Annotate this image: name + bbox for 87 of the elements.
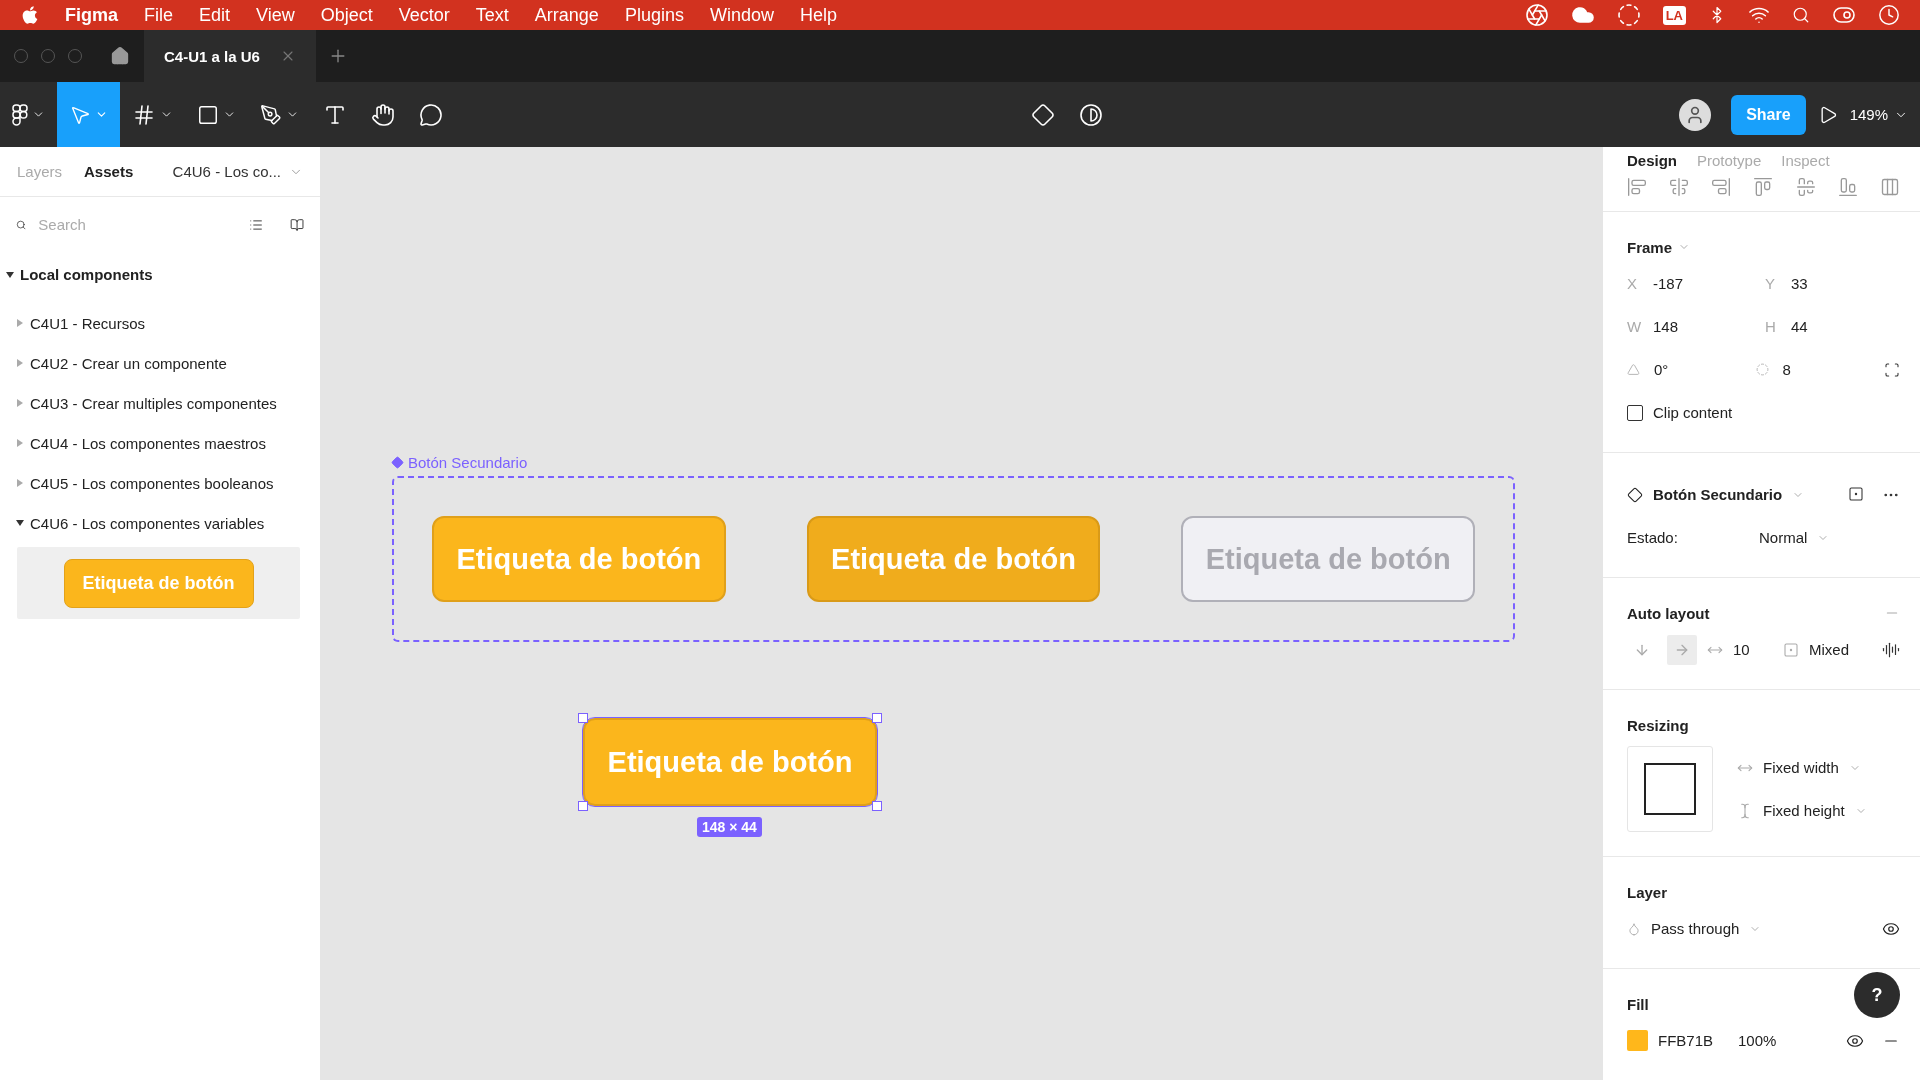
checkbox[interactable]	[1627, 404, 1643, 421]
rotation-field[interactable]: 0°	[1654, 361, 1669, 378]
menu-item[interactable]: Edit	[186, 4, 244, 26]
property-dropdown[interactable]: Normal	[1759, 529, 1808, 546]
section-title: Local components	[20, 266, 153, 283]
disclosure-icon[interactable]	[6, 271, 14, 278]
section-title: Auto layout	[1627, 604, 1710, 622]
avatar[interactable]	[1679, 98, 1712, 131]
color-swatch[interactable]	[1627, 1030, 1648, 1051]
blend-mode-dropdown[interactable]: Pass through	[1651, 920, 1740, 937]
number-field[interactable]: 33	[1791, 275, 1808, 292]
input-source-indicator[interactable]: LA	[1662, 5, 1686, 25]
panel-tab[interactable]: Design	[1627, 151, 1677, 169]
spacing-field[interactable]: 10	[1733, 641, 1773, 658]
hex-field[interactable]: FFB71B	[1658, 1032, 1728, 1049]
logo-icon[interactable]	[12, 103, 28, 126]
menu-item[interactable]: Arrange	[521, 4, 612, 26]
corners-icon[interactable]	[1884, 361, 1900, 378]
align-center-icon[interactable]	[1669, 177, 1690, 198]
resize-handle[interactable]	[872, 801, 882, 811]
width-dropdown[interactable]: Fixed width	[1763, 759, 1839, 776]
section-title: Resizing	[1627, 716, 1689, 734]
menu-item[interactable]: Figma	[52, 4, 131, 26]
section-title: Fill	[1627, 995, 1649, 1013]
component-icon	[391, 456, 404, 469]
page-selector[interactable]: C4U6 - Los co...	[172, 163, 281, 180]
align-right-icon[interactable]	[1711, 177, 1732, 198]
menu-item[interactable]: Object	[307, 4, 386, 26]
component-group[interactable]: C4U1 - Recursos	[30, 314, 146, 332]
opacity-field[interactable]: 100%	[1738, 1032, 1777, 1049]
document-tab[interactable]: C4-U1 a la U6	[144, 30, 316, 82]
apple-icon[interactable]	[20, 5, 40, 25]
field-label: W	[1627, 318, 1639, 335]
disclosure-icon[interactable]	[16, 520, 24, 526]
align-left-icon[interactable]	[1627, 177, 1647, 198]
resize-handle[interactable]	[872, 713, 882, 723]
distribute-icon[interactable]	[1879, 177, 1900, 198]
checkbox-label: Clip content	[1653, 404, 1733, 421]
number-field[interactable]: -187	[1653, 275, 1684, 292]
help-button[interactable]: ?	[1854, 972, 1900, 1018]
clock-icon	[1878, 4, 1900, 26]
menu-item[interactable]: File	[131, 4, 187, 26]
component-icon	[1627, 486, 1643, 503]
resizing-frame-icon	[1644, 763, 1696, 815]
component-group[interactable]: C4U3 - Crear multiples componentes	[30, 394, 277, 412]
property-label: Estado:	[1627, 529, 1679, 546]
number-field[interactable]: 148	[1653, 318, 1679, 335]
drop-icon	[1627, 921, 1641, 936]
align-top-icon[interactable]	[1753, 177, 1774, 198]
menu-item[interactable]: Text	[462, 4, 522, 26]
menu-item[interactable]: Plugins	[611, 4, 697, 26]
component-group[interactable]: C4U5 - Los componentes booleanos	[30, 474, 274, 492]
hand-icon[interactable]	[371, 102, 395, 127]
number-field[interactable]: 44	[1791, 318, 1808, 335]
aperture-icon	[1524, 3, 1549, 27]
resize-handle[interactable]	[578, 713, 588, 723]
comment-icon[interactable]	[419, 102, 443, 127]
section-title[interactable]: Frame	[1627, 238, 1673, 256]
section-title: Layer	[1627, 883, 1668, 901]
component-name[interactable]: Botón Secundario	[1653, 486, 1783, 503]
menu-item[interactable]: Window	[696, 4, 787, 26]
menu-item[interactable]: Help	[786, 4, 850, 26]
button-preview: Etiqueta de botón	[63, 558, 254, 608]
component-icon[interactable]	[1031, 102, 1056, 127]
search-icon	[1792, 6, 1810, 24]
menu-item[interactable]: Vector	[385, 4, 463, 26]
menu-item[interactable]: View	[243, 4, 308, 26]
field-label: Y	[1765, 275, 1776, 292]
height-dropdown[interactable]: Fixed height	[1763, 802, 1845, 819]
align-bottom-icon[interactable]	[1837, 177, 1858, 198]
component-group[interactable]: C4U4 - Los componentes maestros	[30, 434, 266, 452]
field-label: X	[1627, 275, 1638, 292]
rectangle-icon[interactable]	[197, 103, 219, 126]
component-group[interactable]: C4U2 - Crear un componente	[30, 354, 227, 372]
contrast-icon[interactable]	[1079, 102, 1104, 127]
field-label: H	[1765, 318, 1777, 335]
size-badge: 148 × 44	[697, 817, 762, 837]
frame-icon[interactable]	[132, 102, 156, 127]
component-group[interactable]: C4U6 - Los componentes variables	[30, 514, 265, 532]
zoom-level[interactable]: 149%	[1849, 106, 1888, 123]
resize-handle[interactable]	[578, 801, 588, 811]
pen-icon[interactable]	[260, 103, 282, 126]
align-middle-icon[interactable]	[1795, 177, 1816, 198]
home-icon[interactable]	[110, 46, 130, 66]
panel-tab[interactable]: Assets	[84, 163, 134, 180]
radius-field[interactable]: 8	[1782, 361, 1791, 378]
padding-field[interactable]: Mixed	[1809, 641, 1849, 658]
